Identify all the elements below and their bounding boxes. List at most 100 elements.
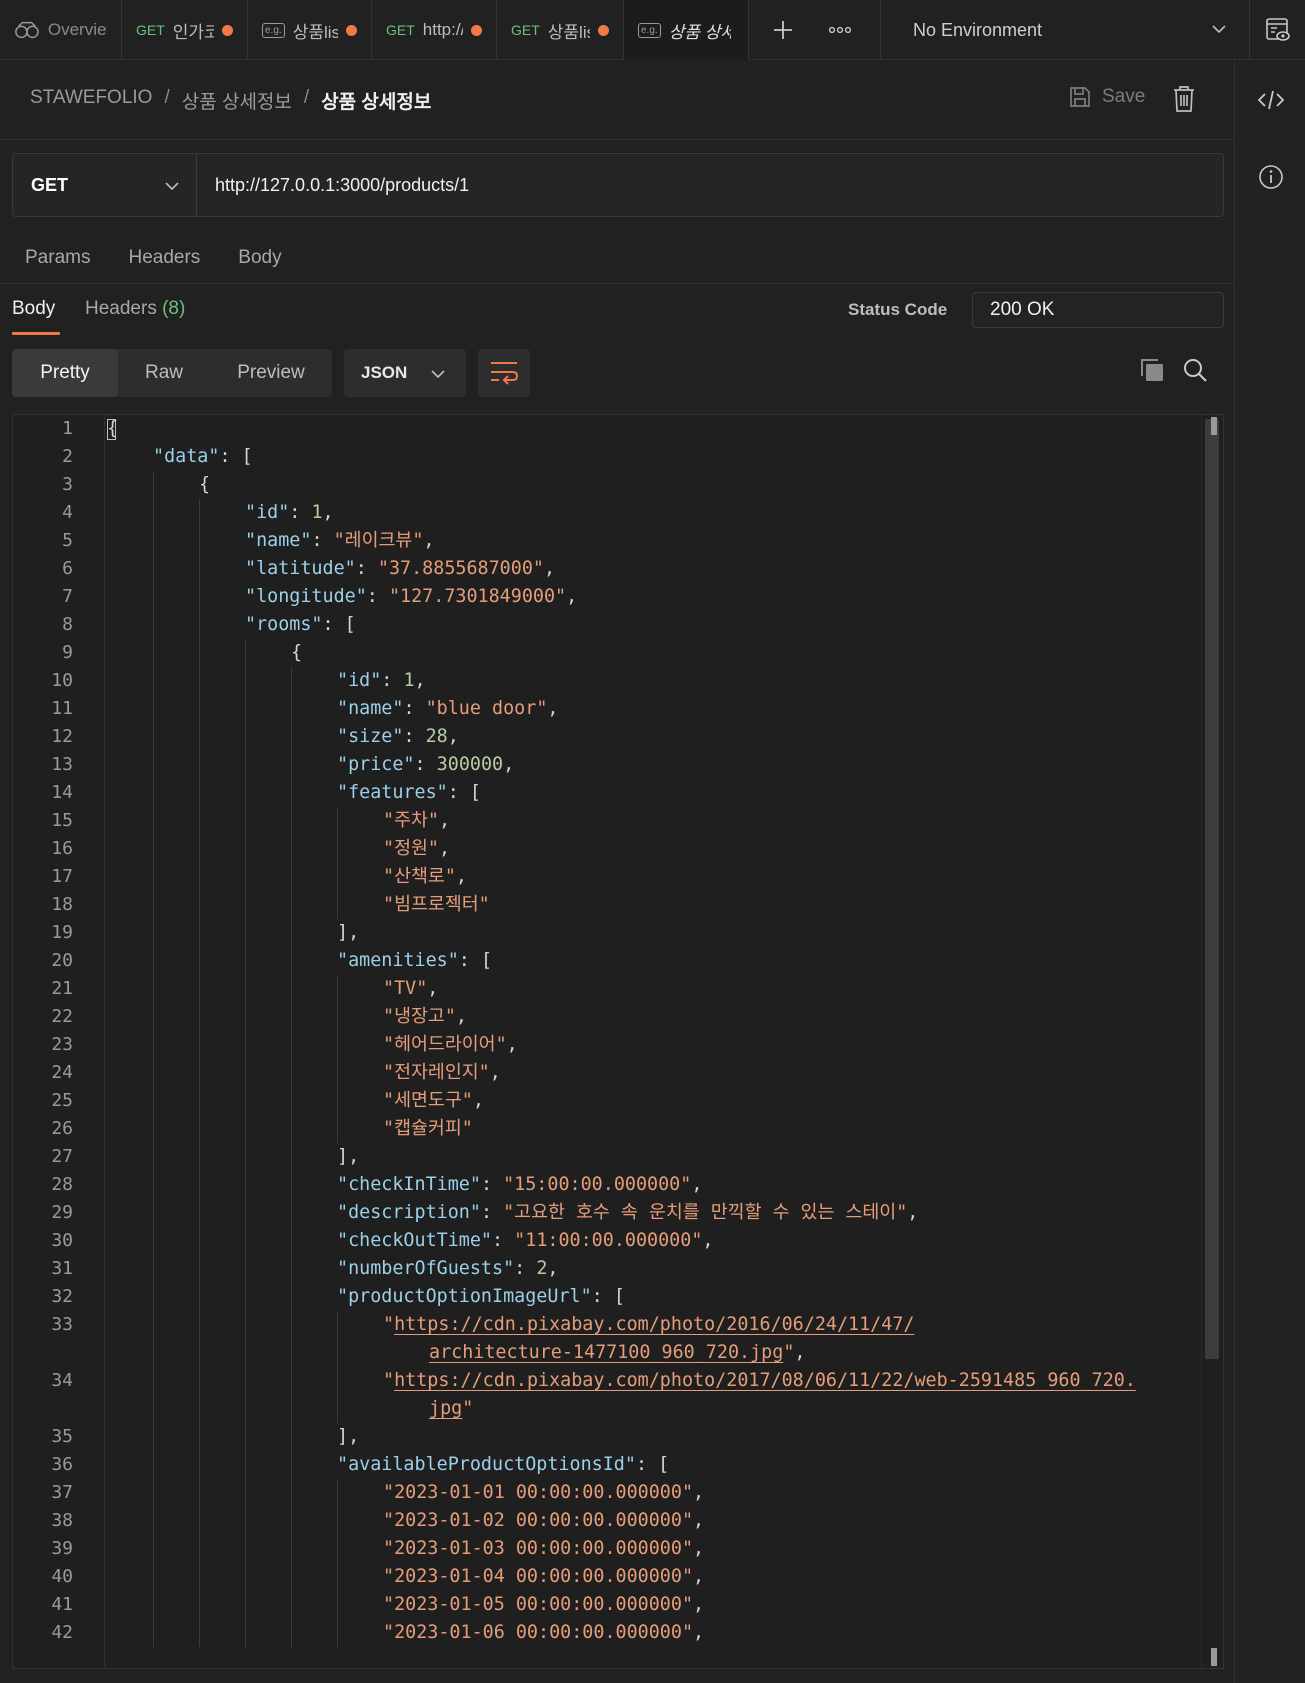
line-number: 17 <box>51 866 73 887</box>
tab-params[interactable]: Params <box>25 247 90 269</box>
json-token: "rooms" <box>245 614 323 635</box>
breadcrumb-parent[interactable]: 상품 상세정보 <box>182 87 292 114</box>
code-line: ], <box>337 919 359 947</box>
indent-guide <box>199 1563 200 1591</box>
json-url-link[interactable]: architecture-1477100_960_720.jpg <box>429 1342 783 1363</box>
json-token: , <box>691 1174 703 1195</box>
unsaved-dot-icon <box>346 24 357 36</box>
indent-guide <box>199 975 200 1003</box>
indent-guide <box>245 1227 246 1255</box>
line-number: 38 <box>51 1510 73 1531</box>
tab-example-product-detail[interactable]: e.g. 상품 상세정보 <box>624 0 749 60</box>
indent-guide <box>337 835 338 863</box>
indent-guide <box>199 751 200 779</box>
indent-guide <box>291 1311 292 1339</box>
copy-button[interactable] <box>1138 356 1166 389</box>
line-number: 9 <box>62 642 73 663</box>
vertical-scrollbar[interactable] <box>1201 415 1223 1668</box>
line-number: 39 <box>51 1538 73 1559</box>
tab-request-product-list[interactable]: GET 상품list <box>497 0 624 60</box>
indent-guide <box>153 1451 154 1479</box>
json-url-link[interactable]: https://cdn.pixabay.com/photo/2017/08/06… <box>394 1370 1136 1391</box>
indent-guide <box>153 667 154 695</box>
line-number: 26 <box>51 1118 73 1139</box>
info-icon <box>1258 165 1283 189</box>
indent-guide <box>153 1395 154 1423</box>
json-code-area[interactable]: {"data": [{"id": 1, "name": "레이크뷰", "latit… <box>105 415 1205 1668</box>
tab-overview[interactable]: Overview <box>0 0 122 60</box>
request-url-bar: GET http://127.0.0.1:3000/products/1 <box>12 153 1224 217</box>
code-snippet-button[interactable] <box>1235 75 1305 125</box>
search-button[interactable] <box>1182 357 1208 388</box>
scrollbar-thumb[interactable] <box>1205 419 1219 1359</box>
tab-request-auth-code[interactable]: GET 인가코드 <box>122 0 248 60</box>
json-token: " <box>462 1398 474 1419</box>
breadcrumb-current[interactable]: 상품 상세정보 <box>321 87 431 114</box>
view-mode-preview[interactable]: Preview <box>210 349 332 397</box>
wrap-lines-icon <box>491 362 519 385</box>
tab-request-http[interactable]: GET http:// <box>372 0 497 60</box>
line-number: 14 <box>51 782 73 803</box>
json-token: "name" <box>245 530 312 551</box>
indent-guide <box>199 779 200 807</box>
line-number: 27 <box>51 1146 73 1167</box>
code-line: "price": 300000, <box>337 751 514 779</box>
json-url-link[interactable]: https://cdn.pixabay.com/photo/2016/06/24… <box>394 1314 914 1335</box>
indent-guide <box>199 1087 200 1115</box>
indent-guide <box>199 1059 200 1087</box>
indent-guide <box>337 1367 338 1395</box>
environment-quick-look-button[interactable] <box>1250 0 1305 60</box>
environment-selector[interactable]: No Environment <box>880 0 1250 60</box>
indent-guide <box>153 975 154 1003</box>
indent-guide <box>153 1535 154 1563</box>
indent-guide <box>199 1171 200 1199</box>
line-number: 13 <box>51 754 73 775</box>
response-body-editor[interactable]: 1 2 3 4 5 6 7 8 9 10 11 12 13 14 15 16 17 18 19 20 21 22 23 24 2… <box>12 414 1224 1669</box>
json-token: : [ <box>322 614 356 635</box>
indent-guide <box>245 1199 246 1227</box>
indent-guide <box>199 639 200 667</box>
indent-guide <box>153 1087 154 1115</box>
response-tab-headers[interactable]: Headers (8) <box>85 298 185 320</box>
url-input[interactable]: http://127.0.0.1:3000/products/1 <box>197 154 1223 216</box>
indent-guide <box>291 1507 292 1535</box>
indent-guide <box>153 807 154 835</box>
tab-example-product-list[interactable]: e.g. 상품list <box>248 0 372 60</box>
line-number: 19 <box>51 922 73 943</box>
tab-method: GET <box>511 22 540 38</box>
view-mode-raw[interactable]: Raw <box>118 349 210 397</box>
tab-body[interactable]: Body <box>238 247 281 269</box>
code-line: "세면도구", <box>383 1087 484 1115</box>
save-button[interactable]: Save <box>1068 85 1145 109</box>
indent-guide <box>245 1591 246 1619</box>
json-token: : <box>355 558 378 579</box>
json-token: , <box>566 586 578 607</box>
delete-button[interactable] <box>1172 85 1196 118</box>
json-token: "2023-01-01 00:00:00.000000" <box>383 1482 694 1503</box>
line-number: 20 <box>51 950 73 971</box>
info-button[interactable] <box>1235 152 1305 202</box>
more-tabs-button[interactable] <box>818 0 862 60</box>
indent-guide <box>199 695 200 723</box>
json-token: "checkInTime" <box>337 1174 481 1195</box>
json-token: , <box>503 754 515 775</box>
json-token: , <box>693 1482 705 1503</box>
code-line: "2023-01-03 00:00:00.000000", <box>383 1535 704 1563</box>
breadcrumb-workspace[interactable]: STAWEFOLIO <box>30 87 152 114</box>
wrap-lines-button[interactable] <box>478 349 530 397</box>
view-mode-pretty[interactable]: Pretty <box>12 349 118 397</box>
json-url-link[interactable]: jpg <box>429 1398 462 1419</box>
indent-guide <box>153 1339 154 1367</box>
http-method-select[interactable]: GET <box>13 154 197 216</box>
code-line: "name": "blue door", <box>337 695 558 723</box>
format-select[interactable]: JSON <box>344 349 466 397</box>
tab-label: 상품 상세정보 <box>668 22 731 42</box>
response-tab-body[interactable]: Body <box>12 298 55 320</box>
json-token: "고요한 호수 속 운치를 만끽할 수 있는 스테이" <box>503 1202 908 1223</box>
new-tab-button[interactable] <box>760 0 806 60</box>
code-line: "냉장고", <box>383 1003 467 1031</box>
code-line: jpg" <box>429 1395 473 1423</box>
indent-guide <box>337 807 338 835</box>
tab-headers[interactable]: Headers <box>128 247 200 269</box>
line-number: 4 <box>62 502 73 523</box>
